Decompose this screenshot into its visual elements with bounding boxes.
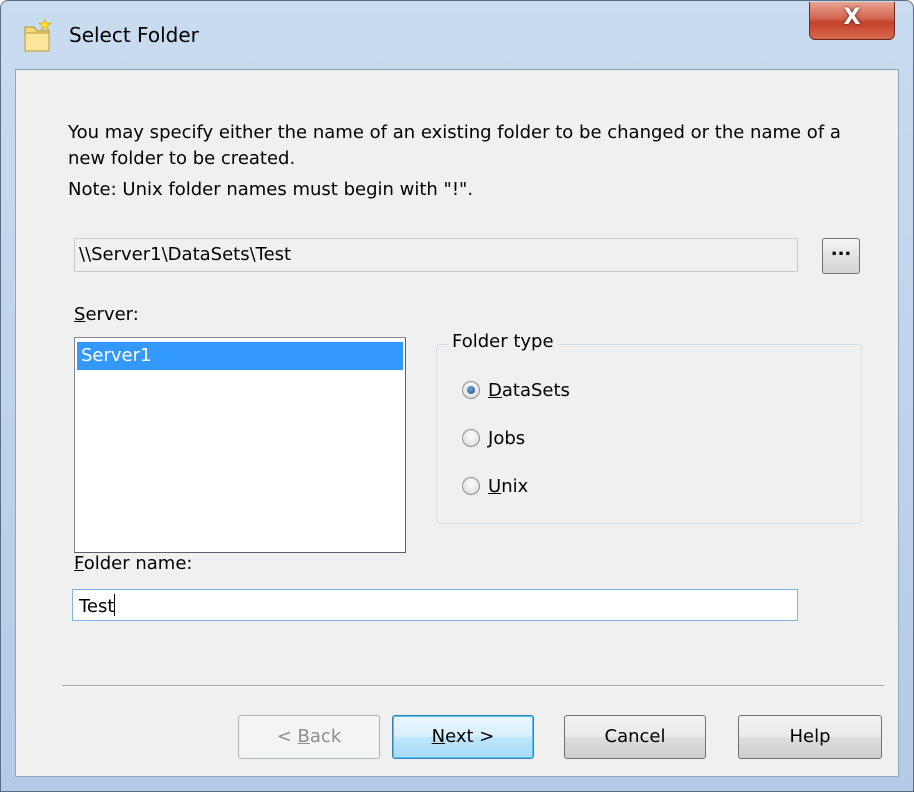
radio-unchecked-icon[interactable] — [462, 429, 480, 447]
radio-jobs[interactable]: Jobs — [462, 425, 525, 451]
radio-datasets-label: DataSets — [488, 379, 570, 401]
window-title: Select Folder — [69, 23, 199, 47]
folder-type-title: Folder type — [448, 331, 558, 352]
radio-unix[interactable]: Unix — [462, 473, 528, 499]
server-label: Server: — [74, 304, 139, 325]
ellipsis-icon: ... — [830, 239, 852, 260]
close-button[interactable]: X — [809, 2, 895, 40]
title-bar[interactable]: Select Folder X — [1, 1, 913, 71]
button-separator — [62, 685, 884, 687]
folder-path-field[interactable]: \\Server1\DataSets\Test — [74, 238, 798, 272]
radio-jobs-label: Jobs — [488, 427, 526, 449]
folder-name-value: Test — [79, 596, 115, 617]
folder-name-label: Folder name: — [74, 553, 193, 574]
new-folder-icon — [24, 18, 52, 52]
text-caret — [114, 594, 116, 616]
radio-checked-icon[interactable] — [462, 381, 480, 399]
unix-note-text: Note: Unix folder names must begin with … — [68, 179, 474, 200]
browse-button[interactable]: ... — [822, 238, 860, 274]
radio-unchecked-icon[interactable] — [462, 477, 480, 495]
next-button[interactable]: Next > — [392, 715, 534, 759]
close-icon: X — [843, 5, 861, 30]
list-item[interactable]: Server1 — [77, 342, 403, 370]
radio-unix-label: Unix — [488, 475, 529, 497]
server-list[interactable]: Server1 — [74, 337, 406, 553]
radio-datasets[interactable]: DataSets — [462, 377, 570, 403]
back-button[interactable]: < Back — [238, 715, 380, 759]
description-text: You may specify either the name of an ex… — [68, 122, 841, 169]
cancel-button[interactable]: Cancel — [564, 715, 706, 759]
help-button[interactable]: Help — [738, 715, 882, 759]
folder-name-input[interactable]: Test — [72, 589, 798, 621]
